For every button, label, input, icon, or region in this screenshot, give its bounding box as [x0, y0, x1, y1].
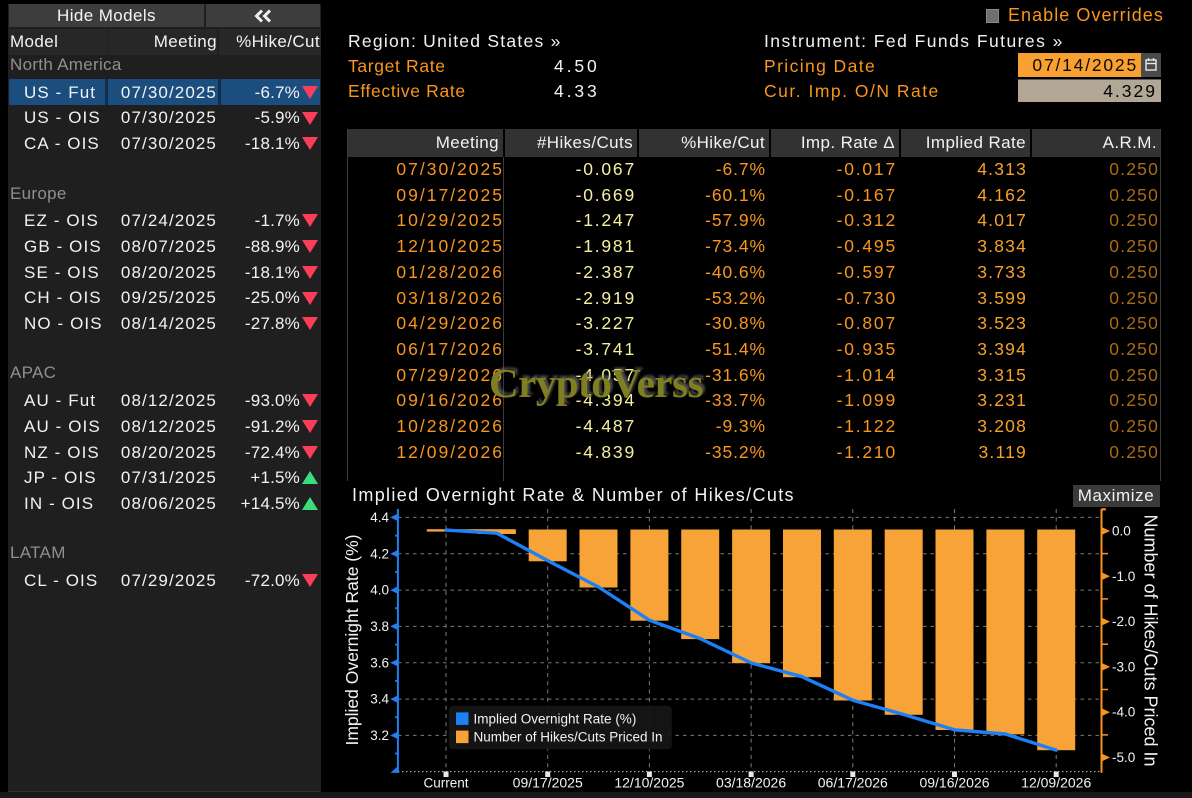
svg-text:12/09/2026: 12/09/2026 [1021, 775, 1091, 791]
svg-text:09/16/2026: 09/16/2026 [919, 775, 989, 791]
svg-text:Number of Hikes/Cuts Priced In: Number of Hikes/Cuts Priced In [474, 730, 663, 745]
svg-text:03/18/2026: 03/18/2026 [716, 775, 786, 791]
svg-text:06/17/2026: 06/17/2026 [818, 775, 888, 791]
svg-text:Current: Current [423, 776, 468, 791]
svg-text:4.4: 4.4 [370, 510, 389, 525]
svg-text:3.2: 3.2 [370, 728, 389, 743]
svg-text:Number of Hikes/Cuts Priced In: Number of Hikes/Cuts Priced In [1141, 514, 1161, 766]
svg-text:4.0: 4.0 [370, 583, 389, 598]
svg-text:4.2: 4.2 [370, 546, 389, 561]
svg-text:-5.0: -5.0 [1112, 750, 1135, 765]
svg-text:Implied Overnight Rate (%): Implied Overnight Rate (%) [342, 534, 362, 745]
svg-text:09/17/2025: 09/17/2025 [513, 775, 583, 791]
svg-text:12/10/2025: 12/10/2025 [614, 775, 684, 791]
svg-text:-1.0: -1.0 [1112, 569, 1135, 584]
svg-text:Implied Overnight Rate (%): Implied Overnight Rate (%) [474, 711, 637, 726]
svg-text:-2.0: -2.0 [1112, 614, 1135, 629]
svg-text:-3.0: -3.0 [1112, 659, 1135, 674]
svg-text:3.8: 3.8 [370, 619, 389, 634]
svg-text:-4.0: -4.0 [1112, 705, 1135, 720]
svg-text:3.4: 3.4 [370, 692, 389, 707]
svg-text:0.0: 0.0 [1112, 524, 1131, 539]
svg-text:3.6: 3.6 [370, 655, 389, 670]
